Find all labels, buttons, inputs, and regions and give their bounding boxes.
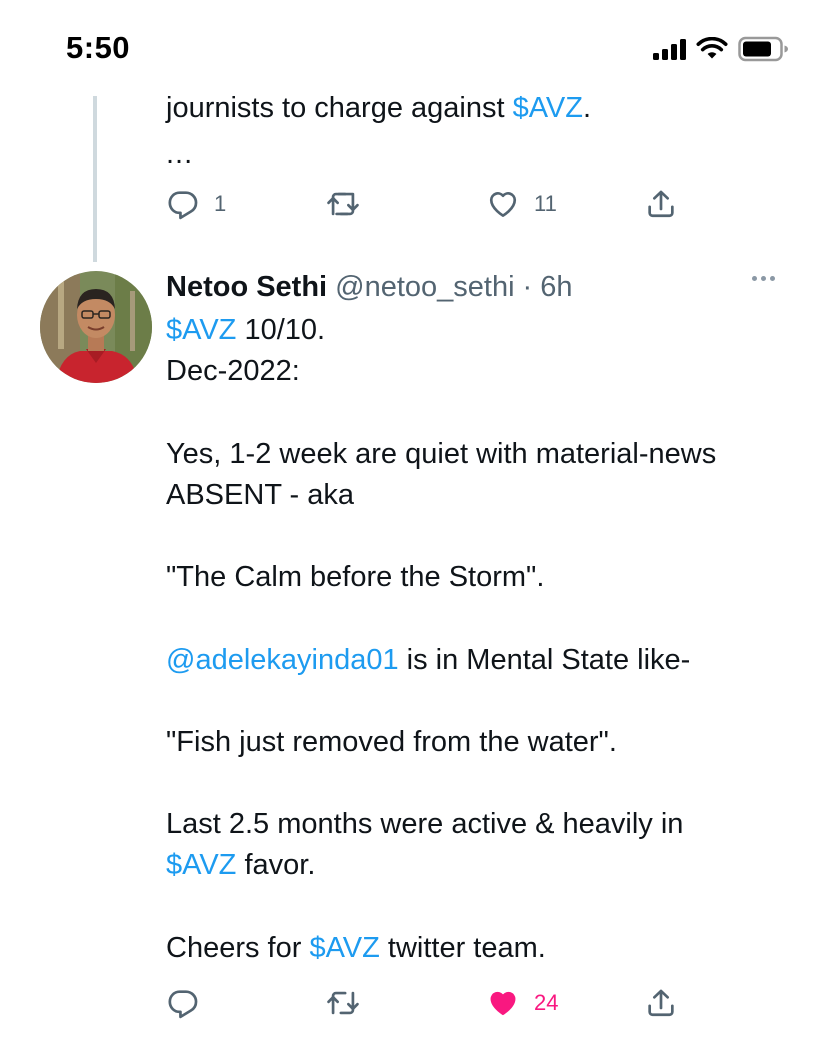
reply-icon — [168, 191, 198, 220]
tweet-paragraph: "The Calm before the Storm". — [166, 561, 545, 593]
tweet-line-1: $AVZ 10/10. — [166, 310, 806, 351]
reply-button[interactable]: 1 — [166, 184, 226, 224]
more-options-icon[interactable] — [752, 276, 775, 281]
mention-link[interactable]: @adelekayinda01 — [166, 644, 399, 676]
like-button[interactable]: 11 — [486, 184, 557, 224]
tweet-time[interactable]: 6h — [540, 268, 572, 306]
status-icons — [653, 36, 790, 62]
status-bar: 5:50 — [0, 0, 828, 96]
heart-icon — [489, 192, 517, 217]
retweet-button[interactable] — [326, 983, 360, 1023]
tweet-paragraph: Yes, 1-2 week are quiet with material-ne… — [166, 438, 717, 511]
like-count: 11 — [534, 191, 557, 216]
tweet-text-segment: Cheers for — [166, 932, 310, 964]
retweet-icon — [327, 192, 359, 216]
cellular-signal-icon — [653, 38, 686, 60]
share-button[interactable] — [644, 184, 678, 224]
reply-button[interactable] — [166, 983, 200, 1023]
tweet-text-segment: favor. — [236, 849, 316, 881]
tweet-text-segment: twitter team. — [379, 932, 546, 964]
battery-icon — [738, 36, 788, 62]
tweet-paragraph: $AVZ favor. — [166, 845, 806, 886]
tweet-paragraph: @adelekayinda01 is in Mental State like- — [166, 640, 806, 681]
tweet-text-segment: is in Mental State like- — [398, 644, 691, 676]
display-name[interactable]: Netoo Sethi — [166, 268, 327, 306]
share-icon — [648, 989, 674, 1017]
tweet-paragraph: Cheers for $AVZ twitter team. — [166, 928, 806, 969]
user-handle[interactable]: @netoo_sethi — [335, 268, 514, 306]
previous-tweet-text-segment: . — [582, 92, 592, 124]
avatar[interactable] — [40, 271, 152, 383]
tweet-paragraph: Last 2.5 months were active & heavily in — [166, 808, 684, 840]
retweet-icon — [327, 991, 359, 1015]
header-separator: · — [522, 271, 533, 303]
cashtag-link[interactable]: $AVZ — [166, 314, 236, 346]
share-icon — [648, 190, 674, 218]
share-button[interactable] — [644, 983, 678, 1023]
like-button[interactable]: 24 — [486, 983, 558, 1023]
retweet-button[interactable] — [326, 184, 360, 224]
tweet-text-segment: 10/10. — [236, 314, 326, 346]
cashtag-link[interactable]: $AVZ — [166, 849, 236, 881]
like-count: 24 — [534, 990, 559, 1015]
cashtag-link[interactable]: $AVZ — [309, 932, 379, 964]
status-time: 5:50 — [66, 30, 131, 65]
previous-tweet-text-segment: journists to charge against — [166, 92, 513, 124]
thread-connector-line — [93, 96, 97, 262]
wifi-icon — [696, 37, 728, 59]
tweet-actions: 24 — [166, 983, 686, 1023]
tweet-header: Netoo Sethi @netoo_sethi · 6h — [166, 268, 572, 306]
previous-tweet-actions: 1 11 — [166, 184, 686, 224]
tweet-paragraph: "Fish just removed from the water". — [166, 726, 617, 758]
heart-filled-icon — [490, 991, 516, 1016]
cashtag-link[interactable]: $AVZ — [513, 92, 583, 124]
reply-icon — [168, 990, 198, 1019]
show-more-ellipsis[interactable]: ... — [166, 134, 806, 175]
reply-count: 1 — [214, 191, 227, 216]
tweet-line-2: Dec-2022: — [166, 355, 300, 387]
